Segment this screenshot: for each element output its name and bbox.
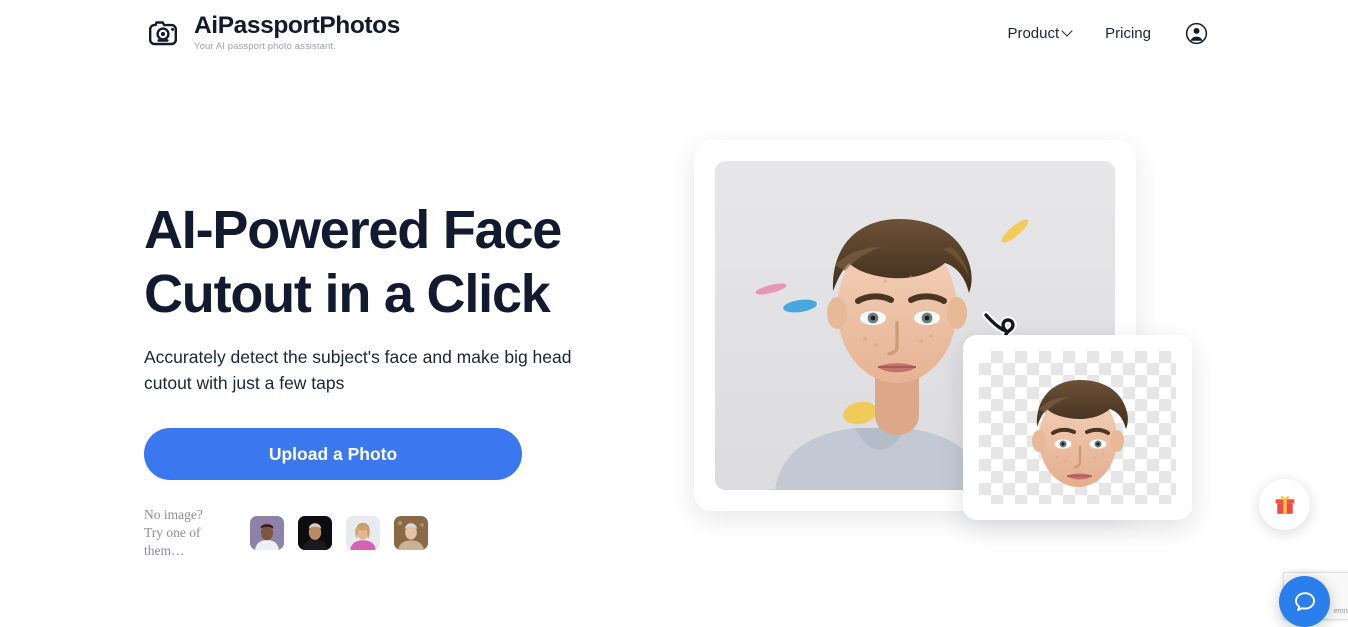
sample-photos-label: No image? Try one of them…	[144, 506, 236, 560]
cutout-portrait-image	[1032, 380, 1128, 487]
brand-logo-link[interactable]: AiPassportPhotos Your AI passport photo …	[144, 13, 400, 53]
account-button[interactable]	[1185, 22, 1208, 45]
upload-photo-button[interactable]: Upload a Photo	[144, 428, 522, 480]
chevron-down-icon	[1061, 25, 1073, 37]
hero-section: AI-Powered Face Cutout in a Click Accura…	[144, 198, 704, 560]
sample-portrait-1-image	[250, 516, 284, 550]
brand-tagline: Your AI passport photo assistant.	[194, 40, 336, 52]
nav-item-pricing[interactable]: Pricing	[1105, 25, 1151, 42]
brand-name: AiPassportPhotos	[194, 11, 400, 39]
sample-photo-thumbnail-4[interactable]	[394, 516, 428, 550]
recaptcha-terms-label[interactable]: erms	[1333, 608, 1348, 615]
nav-item-product-label: Product	[1007, 24, 1060, 42]
sample-photos-row: No image? Try one of them…	[144, 506, 704, 560]
transparency-checkerboard	[979, 351, 1176, 504]
gift-icon	[1275, 495, 1294, 514]
hero-visual	[694, 140, 1194, 520]
sample-photo-thumbnail-3[interactable]	[346, 516, 380, 550]
chat-bubble-icon	[1294, 591, 1315, 611]
page-title-line-1: AI-Powered Face	[144, 200, 562, 260]
page-title: AI-Powered Face Cutout in a Click	[144, 198, 704, 326]
sample-portrait-4-image	[394, 516, 428, 550]
sample-photo-thumbnail-2[interactable]	[298, 516, 332, 550]
sample-photo-thumbnail-1[interactable]	[250, 516, 284, 550]
chat-support-button[interactable]	[1279, 576, 1330, 627]
site-header: AiPassportPhotos Your AI passport photo …	[0, 0, 1348, 66]
sample-portrait-2-image	[298, 516, 332, 550]
sample-photos-label-line-1: No image?	[144, 507, 203, 522]
hero-subtitle: Accurately detect the subject's face and…	[144, 347, 572, 393]
nav-item-product[interactable]: Product	[1007, 24, 1073, 42]
nav-item-pricing-label: Pricing	[1105, 24, 1151, 42]
gift-promo-button[interactable]	[1259, 479, 1310, 530]
main-nav: Product Pricing	[1007, 22, 1208, 45]
sample-portrait-3-image	[346, 516, 380, 550]
cutout-result-card	[963, 335, 1192, 520]
camera-icon	[149, 21, 177, 46]
sample-photos-label-line-2: Try one of them…	[144, 525, 201, 558]
account-circle-icon	[1185, 22, 1208, 44]
page-title-line-2: Cutout in a Click	[144, 264, 551, 324]
